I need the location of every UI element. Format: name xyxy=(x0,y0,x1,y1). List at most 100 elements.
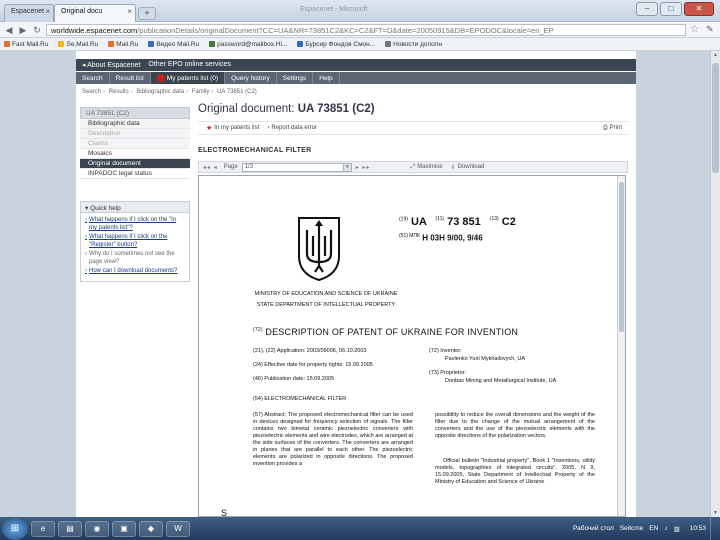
taskbar-word-icon[interactable]: W xyxy=(166,520,190,537)
close-icon[interactable]: × xyxy=(127,7,132,16)
print-button[interactable]: ⎙ Print xyxy=(603,125,622,132)
side-nav-description: Description xyxy=(80,129,190,139)
add-to-patents-list-button[interactable]: ★ In my patents list xyxy=(206,124,259,132)
breadcrumb-biblio[interactable]: Bibliographic data xyxy=(136,89,184,95)
breadcrumb-family[interactable]: Family xyxy=(192,89,210,95)
start-button[interactable]: ⊞ xyxy=(2,517,28,540)
maximise-button[interactable]: ⤢ Maximise xyxy=(410,164,442,171)
page-scrollbar[interactable]: ▲ ▼ xyxy=(710,51,720,517)
viewer-toolbar: ◂◂ ◂ Page 1/3 ▾ ▸ ▸▸ ⤢ Maximise ⇩ Download xyxy=(198,161,628,173)
back-icon[interactable]: ◀ xyxy=(3,24,15,36)
address-bar-row: ◀ ▶ ↻ worldwide.espacenet.com/publicatio… xyxy=(0,22,720,38)
document-viewer[interactable]: (19) UA (11) 73 851 (13) C2 (51) МПК H 0… xyxy=(198,175,626,517)
bookmark-label: Новости дополн xyxy=(393,40,442,48)
bookmark-item[interactable]: Видео Mail.Ru xyxy=(148,41,199,48)
document-actions-bar: ★ In my patents list › Report data error ⎙… xyxy=(198,121,628,135)
epo-top-bar: ◂ About Espacenet Other EPO online servi… xyxy=(76,59,636,71)
page-scroll-thumb[interactable] xyxy=(712,63,719,173)
bookmark-item[interactable]: Mail.Ru xyxy=(108,41,138,48)
bookmark-item[interactable]: Fast Mail.Ru xyxy=(4,41,48,48)
bookmark-label: password@mailbox.Hi... xyxy=(217,40,288,48)
page-next-buttons[interactable]: ▸ ▸▸ xyxy=(356,164,371,171)
url-input[interactable]: worldwide.espacenet.com/publicationDetai… xyxy=(46,24,686,36)
windows-taskbar: ⊞ e ▤ ◉ ▣ ◆ W Рабочий стол Seitcme EN ♪ … xyxy=(0,517,720,540)
new-tab-button[interactable]: + xyxy=(138,7,156,20)
nav-query-history[interactable]: Query history xyxy=(225,72,277,84)
ipc-classification: (51) МПК H 03H 9/00, 9/46 xyxy=(399,233,483,243)
bookmark-item[interactable]: Se.Mail.Ru xyxy=(58,41,98,48)
quick-help-box: ▾ Quick help › What happens if I click on… xyxy=(80,201,190,282)
other-services-link[interactable]: Other EPO online services xyxy=(148,61,230,69)
patent-page: (19) UA (11) 73 851 (13) C2 (51) МПК H 0… xyxy=(199,176,617,516)
nav-my-patents-list[interactable]: My patents list (0) xyxy=(150,72,226,84)
tab-espacenet[interactable]: Espacenet × xyxy=(4,4,54,22)
forward-icon[interactable]: ▶ xyxy=(17,24,29,36)
quick-help-link[interactable]: › What happens if I click on the "In my p… xyxy=(85,216,185,232)
nav-help[interactable]: Help xyxy=(313,72,340,84)
window-title: Espacenet - Microsoft xyxy=(300,6,368,13)
download-icon: ⇩ xyxy=(450,164,456,171)
side-nav-mosaics[interactable]: Mosaics xyxy=(80,149,190,159)
clock[interactable]: 10:53 xyxy=(690,525,706,532)
language-indicator[interactable]: EN xyxy=(649,525,658,532)
tab-label: Original docu xyxy=(61,8,103,15)
side-nav-bibliographic-data[interactable]: Bibliographic data xyxy=(80,119,190,129)
bookmark-item[interactable]: password@mailbox.Hi... xyxy=(209,41,287,48)
side-nav-inpadoc-legal-status[interactable]: INPADOC legal status xyxy=(80,169,190,179)
page-margin-mark: S xyxy=(221,508,228,517)
nav-settings[interactable]: Settings xyxy=(277,72,314,84)
taskbar-media-icon[interactable]: ▣ xyxy=(112,520,136,537)
quick-help-title[interactable]: ▾ Quick help xyxy=(81,202,189,213)
maximize-button[interactable]: □ xyxy=(660,2,682,16)
page-label: Page xyxy=(223,164,238,170)
abstract-right-column: possibility to reduce the overall dimens… xyxy=(435,412,595,439)
breadcrumb-results[interactable]: Results xyxy=(109,89,129,95)
bookmark-item[interactable]: Новости дополн xyxy=(385,41,442,48)
nav-result-list[interactable]: Result list xyxy=(110,72,151,84)
tray-item[interactable]: Seitcme xyxy=(620,525,643,532)
tray-desktop-toolbar[interactable]: Рабочий стол xyxy=(573,525,614,532)
bookmark-label: Fast Mail.Ru xyxy=(12,40,49,48)
wrench-icon[interactable]: ✎ xyxy=(706,24,714,35)
scroll-down-icon[interactable]: ▼ xyxy=(712,510,719,516)
page-prev-buttons[interactable]: ◂◂ ◂ xyxy=(203,164,218,171)
nav-search[interactable]: Search xyxy=(76,72,110,84)
close-icon[interactable]: × xyxy=(45,7,50,16)
about-espacenet-link[interactable]: ◂ About Espacenet xyxy=(82,61,140,69)
download-button[interactable]: ⇩ Download xyxy=(451,164,485,171)
report-data-error-button[interactable]: › Report data error xyxy=(267,125,317,131)
bookmark-star-icon[interactable]: ☆ xyxy=(690,24,699,35)
page-select[interactable]: 1/3 ▾ xyxy=(241,162,352,172)
tab-label: Espacenet xyxy=(11,8,45,15)
bookmark-favicon-icon xyxy=(297,41,304,47)
scroll-up-icon[interactable]: ▲ xyxy=(712,52,719,58)
viewer-scroll-thumb[interactable] xyxy=(619,182,624,332)
side-nav-original-document[interactable]: Original document xyxy=(80,159,190,169)
breadcrumb-search[interactable]: Search xyxy=(82,89,101,95)
bib-application: (21), (22) Application: 2003/09006, 06.1… xyxy=(253,348,367,354)
volume-icon[interactable]: ♪ xyxy=(664,525,667,532)
minimize-button[interactable]: – xyxy=(636,2,658,16)
page-title: Original document: UA 73851 (C2) xyxy=(198,103,375,115)
bookmark-item[interactable]: Бурсир Фондов Смон... xyxy=(297,41,375,48)
network-icon[interactable]: ▥ xyxy=(674,525,680,533)
quick-help-link[interactable]: › What happens if I click on the "Registe… xyxy=(85,233,185,249)
taskbar-app-icon[interactable]: ◆ xyxy=(139,520,163,537)
taskbar-ie-icon[interactable]: e xyxy=(31,520,55,537)
close-window-button[interactable]: ✕ xyxy=(684,2,714,16)
reload-icon[interactable]: ↻ xyxy=(31,24,43,36)
tab-original-document[interactable]: Original docu × xyxy=(54,4,136,22)
taskbar-explorer-icon[interactable]: ▤ xyxy=(58,520,82,537)
url-host: worldwide.espacenet.com xyxy=(51,26,138,35)
quick-help-link[interactable]: › Why do I sometimes not see the page vie… xyxy=(85,250,185,266)
url-path: /publicationDetails/originalDocument?CC=… xyxy=(137,26,554,35)
viewer-scrollbar[interactable] xyxy=(617,176,625,516)
taskbar-chrome-icon[interactable]: ◉ xyxy=(85,520,109,537)
window-controls: – □ ✕ xyxy=(636,2,714,16)
quick-help-link[interactable]: › How can I download documents? xyxy=(85,267,185,275)
abstract-left-column: (57) Abstract: The proposed electromecha… xyxy=(253,412,413,467)
maximise-icon: ⤢ xyxy=(410,163,416,170)
bookmark-favicon-icon xyxy=(4,41,10,47)
show-desktop-button[interactable] xyxy=(710,517,720,540)
bib-title-54: (54) ELECTROMECHANICAL FILTER xyxy=(253,396,347,402)
